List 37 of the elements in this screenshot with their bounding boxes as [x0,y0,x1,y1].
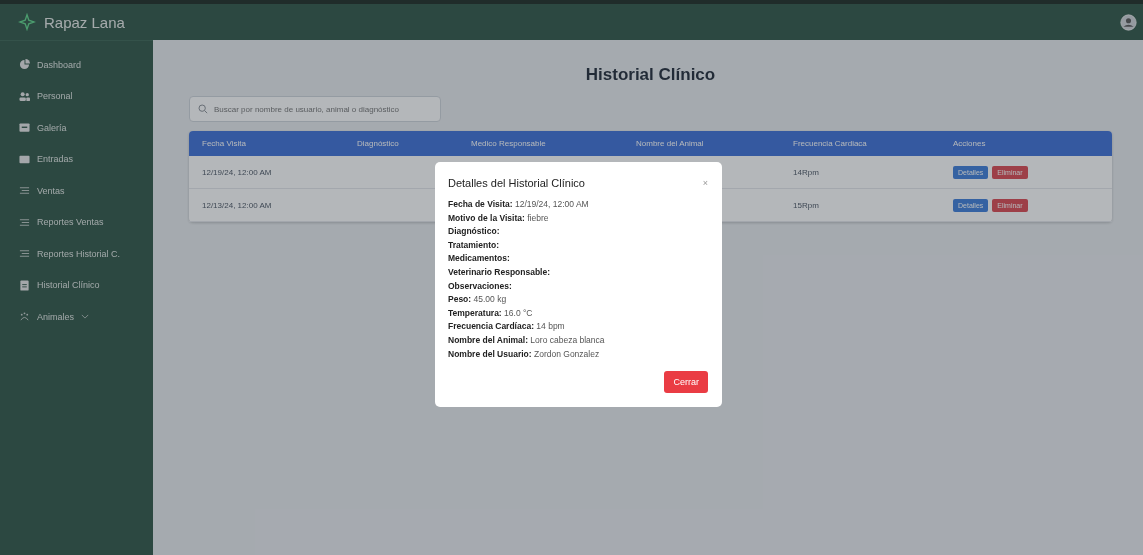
detail-line: Veterinario Responsable: [448,265,552,279]
sidebar-item[interactable]: Personal [7,80,153,112]
detail-line: Diagnóstico: [448,225,501,239]
table-cell: 15Rpm [793,200,819,210]
detail-line: Tratamiento: [448,238,500,252]
detail-line: Peso: 45.00 kg [448,293,508,307]
detail-line: Motivo de la Visita: fiebre [448,211,550,225]
detail-line: Nombre del Usuario: Zordon Gonzalez [448,347,601,361]
app-name: Rapaz Lana [44,13,125,31]
table-cell: 14Rpm [793,167,819,177]
column-header: Fecha Visita [202,139,247,148]
page-title: Historial Clínico [584,65,717,85]
sidebar-item[interactable]: Entradas [7,143,153,175]
table-cell: 12/19/24, 12:00 AM [202,167,272,177]
search-field[interactable]: Buscar por nombre de usuario, animal o diagnóstico [189,96,441,122]
sidebar-item[interactable]: Galería [7,112,153,144]
column-header: Nombre del Animal [636,139,705,148]
column-header: Frecuencia Cardiaca [793,139,868,148]
detail-line: Nombre del Animal: Loro cabeza blanca [448,333,606,347]
detail-line: Observaciones: [448,279,513,293]
detail-line: Frecuencia Cardíaca: 14 bpm [448,320,566,334]
detail-line: Fecha de Visita: 12/19/24, 12:00 AM [448,198,590,211]
sidebar-item[interactable]: Dashboard [7,49,153,81]
sidebar-item[interactable]: Reportes Ventas [7,206,153,238]
column-header: Acciones [953,139,987,148]
sidebar-item[interactable]: Animales [7,301,153,333]
sidebar-item[interactable]: Historial Clínico [7,269,153,301]
sidebar-item[interactable]: Ventas [7,175,153,207]
table-cell: 12/13/24, 12:00 AM [202,200,272,210]
sidebar-item[interactable]: Reportes Historial C. [7,238,153,270]
close-dialog-button[interactable]: Cerrar [664,371,708,394]
detail-line: Temperatura: 16.0 °C [448,306,534,320]
close-button[interactable]: × [702,178,708,188]
dialog-title: Detalles del Historial Clínico [448,177,585,189]
column-header: Medico Responsable [471,139,547,148]
column-header: Diagnóstico [357,139,400,148]
detail-line: Medicamentos: [448,252,511,266]
